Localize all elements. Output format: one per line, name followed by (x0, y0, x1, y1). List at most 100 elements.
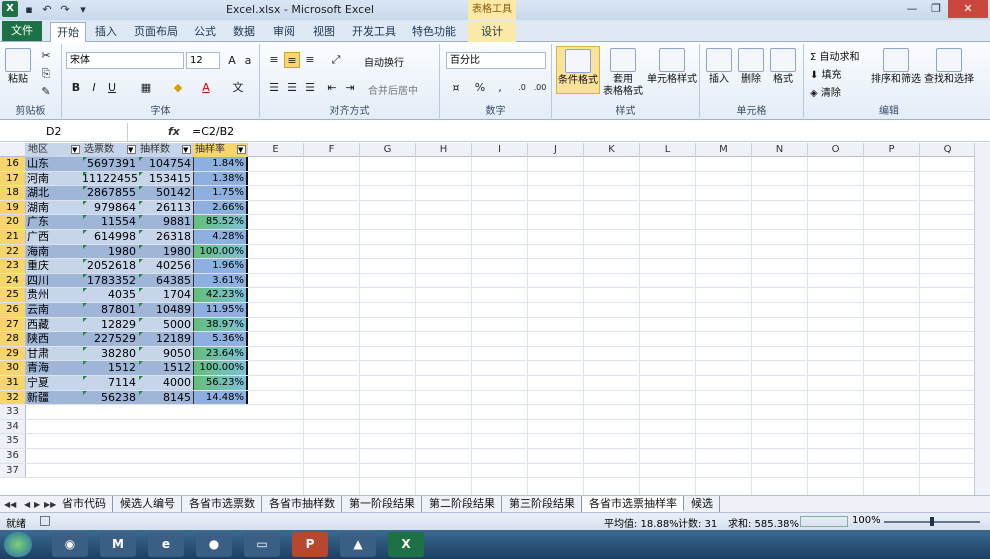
sheet-tab[interactable]: 各省市选票抽样率 (583, 496, 684, 512)
row-header[interactable]: 35 (0, 434, 26, 448)
column-header-o[interactable]: O (808, 143, 864, 157)
cell-votes[interactable]: 2867855 (82, 186, 138, 200)
tab-view[interactable]: 视图 (308, 22, 340, 42)
name-box[interactable]: D2 (0, 123, 128, 141)
fill-color-icon[interactable]: ◆ (170, 80, 186, 96)
fill-button[interactable]: ⬇ 填充 (810, 66, 842, 81)
shrink-font-icon[interactable]: a (240, 53, 256, 69)
cell-votes[interactable]: 11122455 (82, 171, 138, 186)
select-all-corner[interactable] (0, 143, 26, 157)
view-buttons[interactable] (800, 516, 848, 527)
tab-insert[interactable]: 插入 (90, 22, 122, 42)
cell-samples[interactable]: 8145 (138, 390, 193, 405)
cell-samples[interactable]: 12189 (138, 332, 193, 346)
header-cell-region[interactable]: 地区 ▼ (26, 143, 82, 157)
decrease-decimal-icon[interactable]: .00 (532, 80, 548, 96)
macro-record-icon[interactable] (40, 516, 50, 526)
cell-samples[interactable]: 1512 (138, 361, 193, 375)
cell-samples[interactable]: 64385 (138, 273, 193, 288)
decrease-indent-icon[interactable]: ⇤ (324, 80, 340, 96)
cell-samples[interactable]: 1704 (138, 288, 193, 302)
row-header[interactable]: 27 (0, 317, 26, 332)
cell-region[interactable]: 甘肃 (26, 346, 82, 361)
cell-rate[interactable]: 100.00% (193, 244, 248, 259)
tab-home[interactable]: 开始 (50, 22, 86, 43)
clear-button[interactable]: ◈ 清除 (810, 84, 841, 99)
align-left-icon[interactable]: ☰ (266, 80, 282, 96)
cell-samples[interactable]: 9881 (138, 215, 193, 229)
close-icon[interactable]: ✕ (948, 0, 988, 18)
row-header[interactable]: 33 (0, 405, 26, 419)
row-header[interactable]: 30 (0, 361, 26, 375)
prev-sheet-icon[interactable]: ◀ (24, 496, 30, 513)
format-painter-icon[interactable]: ✎ (38, 84, 54, 100)
cell-samples[interactable]: 26318 (138, 230, 193, 244)
row-header[interactable]: 26 (0, 303, 26, 317)
cell-votes[interactable]: 56238 (82, 390, 138, 405)
column-header-m[interactable]: M (696, 143, 752, 157)
autosum-button[interactable]: Σ 自动求和 (810, 48, 860, 63)
cell-samples[interactable]: 9050 (138, 346, 193, 361)
increase-indent-icon[interactable]: ⇥ (342, 80, 358, 96)
align-right-icon[interactable]: ☰ (302, 80, 318, 96)
cell-region[interactable]: 新疆 (26, 390, 82, 405)
merge-center-button[interactable]: 合并后居中 (368, 82, 418, 97)
cell-rate[interactable]: 1.38% (193, 171, 248, 186)
app-m-icon[interactable]: M (100, 532, 136, 557)
column-header-p[interactable]: P (864, 143, 920, 157)
header-cell-rate[interactable]: 抽样率 ▼ (193, 143, 248, 157)
cell-rate[interactable]: 3.61% (193, 273, 248, 288)
cell-samples[interactable]: 5000 (138, 317, 193, 332)
tab-file[interactable]: 文件 (2, 21, 42, 41)
column-header-l[interactable]: L (640, 143, 696, 157)
number-format-select[interactable]: 百分比 (446, 52, 546, 69)
tab-formulas[interactable]: 公式 (190, 22, 220, 42)
column-header-q[interactable]: Q (920, 143, 976, 157)
last-sheet-icon[interactable]: ▶▶ (44, 496, 56, 513)
column-header-f[interactable]: F (304, 143, 360, 157)
row-header[interactable]: 36 (0, 449, 26, 463)
next-sheet-icon[interactable]: ▶ (34, 496, 40, 513)
worksheet-grid[interactable]: 地区 ▼ 选票数 ▼ 抽样数 ▼ 抽样率 ▼ EFGHIJKLMNOPQ 16 山东 569… (0, 143, 990, 495)
row-header[interactable]: 34 (0, 419, 26, 434)
sort-filter-button[interactable]: 排序和筛选 (870, 48, 922, 86)
cell-votes[interactable]: 2052618 (82, 259, 138, 273)
cell-region[interactable]: 湖北 (26, 186, 82, 200)
filter-dropdown-icon[interactable]: ▼ (127, 145, 136, 154)
tab-special[interactable]: 特色功能 (408, 22, 460, 42)
cell-votes[interactable]: 227529 (82, 332, 138, 346)
format-as-table-button[interactable]: 套用 表格格式 (602, 48, 644, 98)
cell-samples[interactable]: 153415 (138, 171, 193, 186)
cell-samples[interactable]: 26113 (138, 200, 193, 215)
cell-region[interactable]: 云南 (26, 303, 82, 317)
sheet-tab[interactable]: 第二阶段结果 (423, 496, 502, 512)
sheet-tab[interactable]: 候选 (685, 496, 720, 512)
cell-rate[interactable]: 5.36% (193, 332, 248, 346)
cell-samples[interactable]: 50142 (138, 186, 193, 200)
cell-rate[interactable]: 38.97% (193, 317, 248, 332)
column-header-e[interactable]: E (248, 143, 304, 157)
sheet-tab[interactable]: 各省市抽样数 (263, 496, 342, 512)
cell-region[interactable]: 陕西 (26, 332, 82, 346)
row-header[interactable]: 20 (0, 215, 26, 229)
row-header[interactable]: 28 (0, 332, 26, 346)
cell-samples[interactable]: 1980 (138, 244, 193, 259)
vertical-scrollbar[interactable] (974, 143, 990, 495)
cell-samples[interactable]: 40256 (138, 259, 193, 273)
align-bottom-icon[interactable]: ≡ (302, 52, 318, 68)
column-header-k[interactable]: K (584, 143, 640, 157)
cell-votes[interactable]: 38280 (82, 346, 138, 361)
cell-rate[interactable]: 4.28% (193, 230, 248, 244)
row-header[interactable]: 22 (0, 244, 26, 259)
maximize-icon[interactable]: ❐ (924, 0, 948, 18)
media-icon[interactable]: ▲ (340, 532, 376, 557)
row-header[interactable]: 16 (0, 157, 26, 171)
browser-e-icon[interactable]: e (148, 532, 184, 557)
qq-icon[interactable]: ● (196, 532, 232, 557)
sheet-tab[interactable]: 第三阶段结果 (503, 496, 582, 512)
align-top-icon[interactable]: ≡ (266, 52, 282, 68)
sheet-tab[interactable]: 第一阶段结果 (343, 496, 422, 512)
filter-dropdown-icon[interactable]: ▼ (71, 145, 80, 154)
italic-icon[interactable]: I (86, 80, 102, 96)
header-cell-votes[interactable]: 选票数 ▼ (82, 143, 138, 157)
